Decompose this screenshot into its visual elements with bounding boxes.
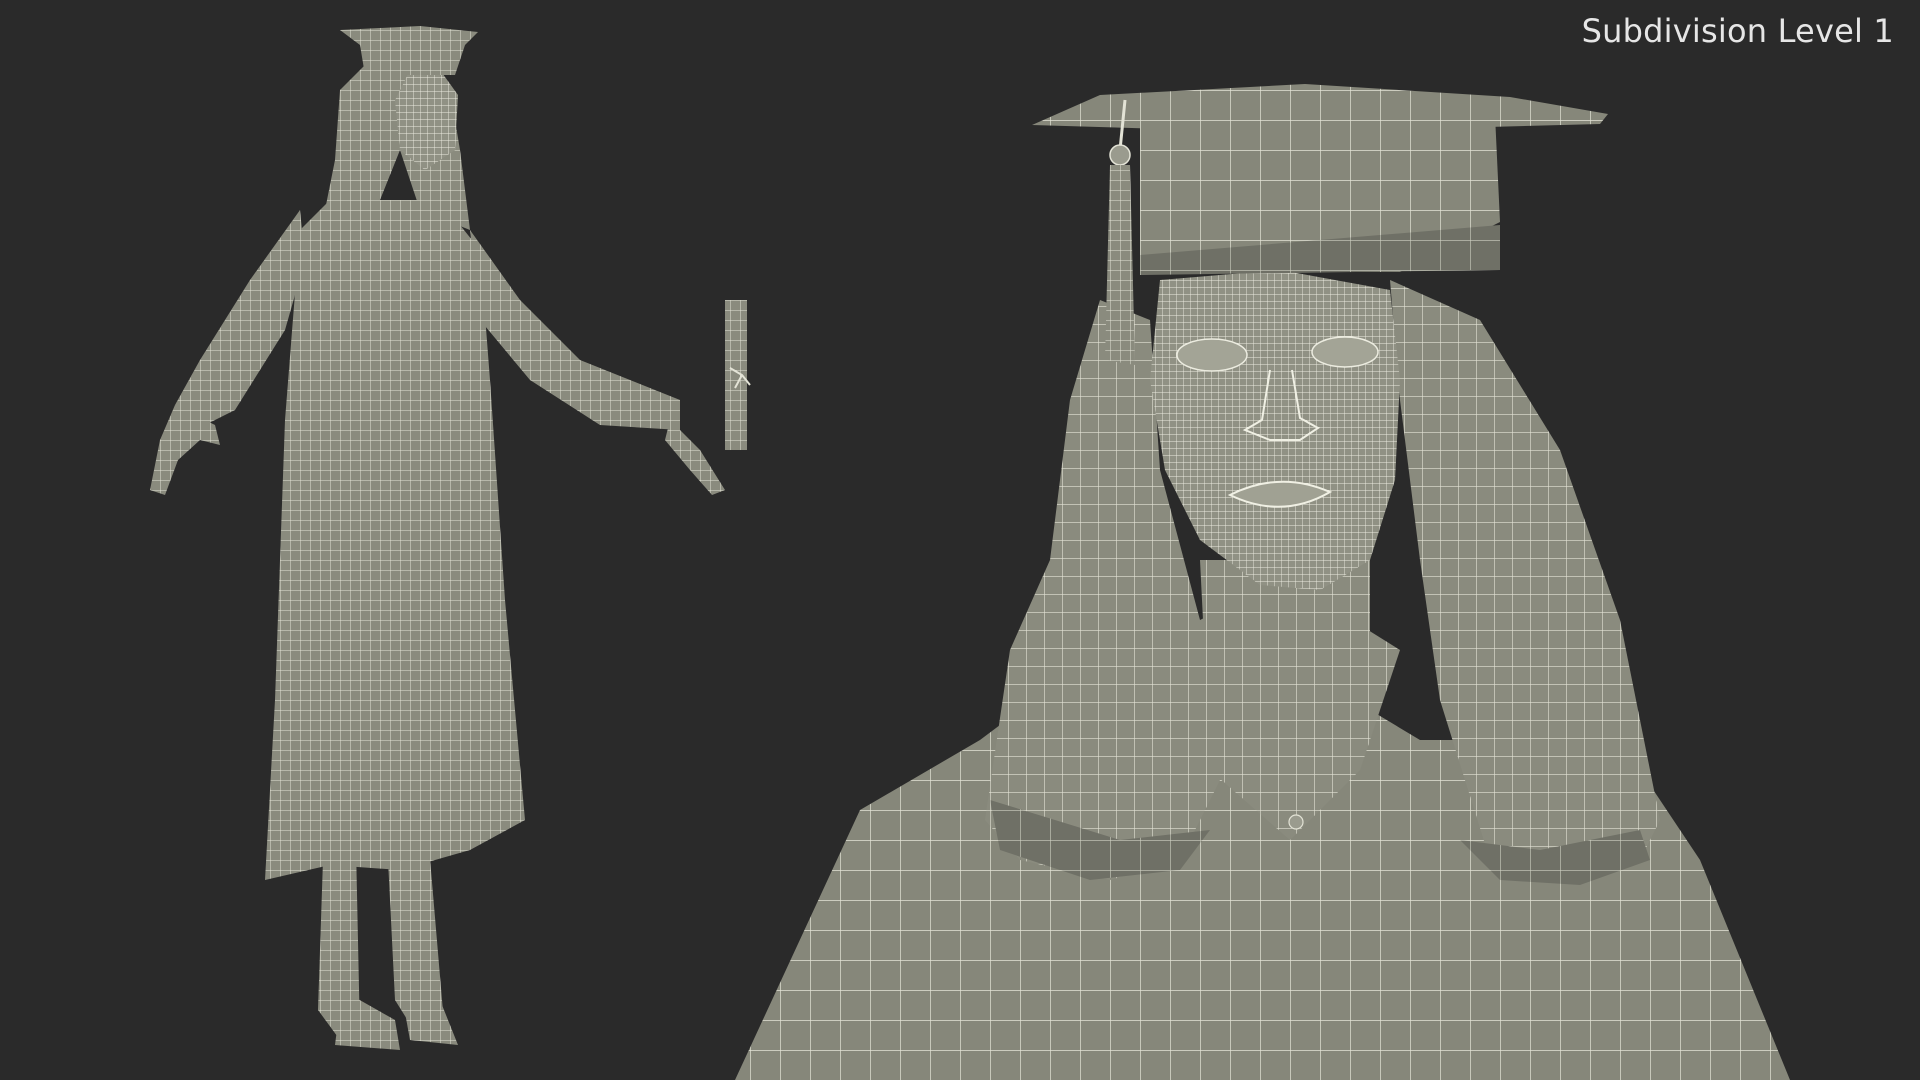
wireframe-render (150, 26, 1790, 1080)
diploma-scroll (725, 300, 751, 450)
full-body-figure (150, 26, 725, 1050)
closeup-bust (735, 84, 1790, 1080)
subdivision-level-label: Subdivision Level 1 (1581, 12, 1894, 50)
viewport: Subdivision Level 1 (0, 0, 1920, 1080)
